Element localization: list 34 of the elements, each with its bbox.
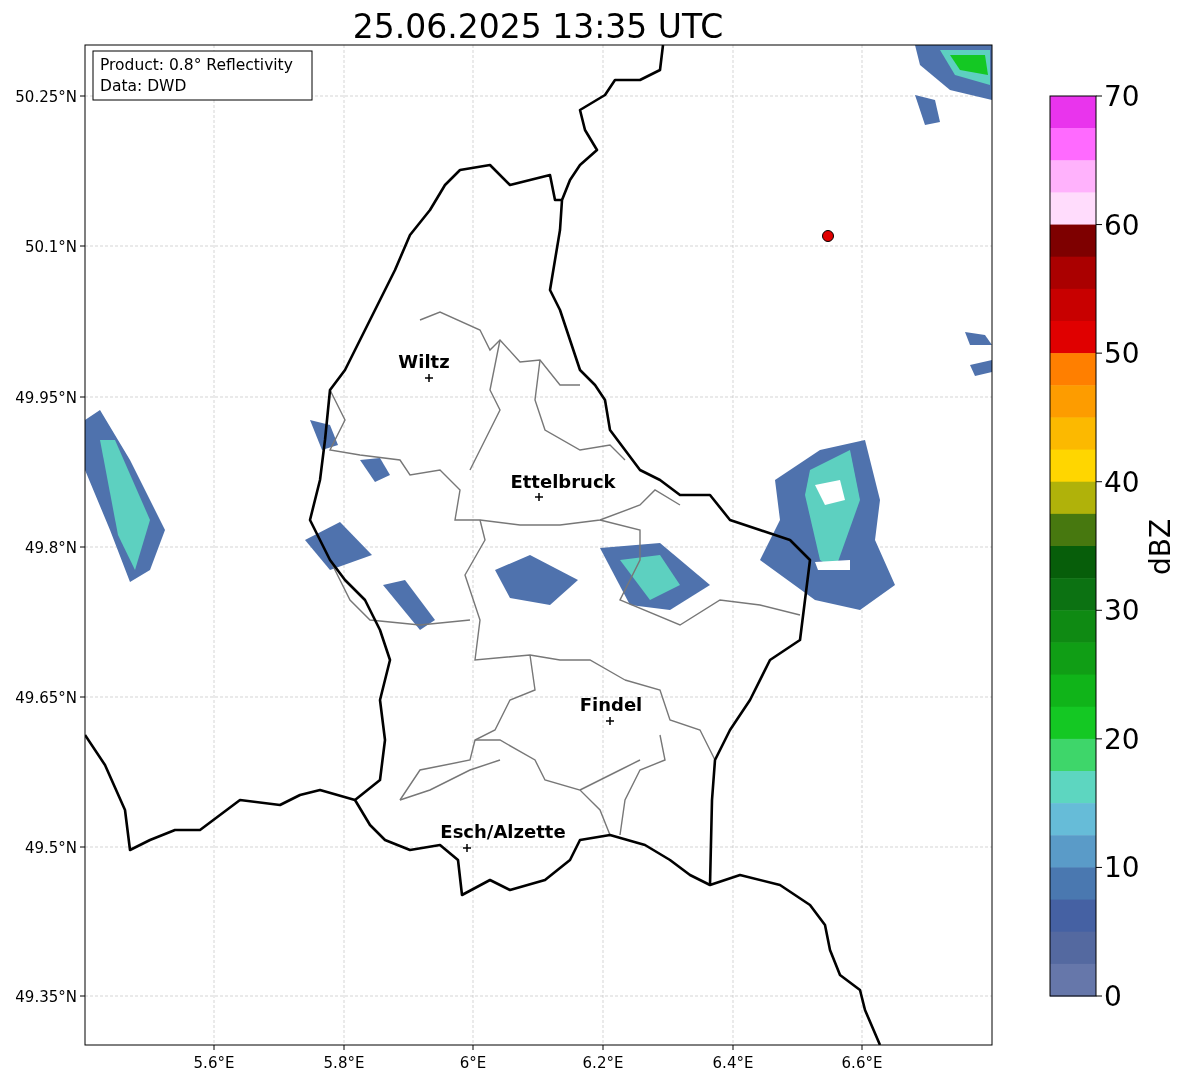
city-label: Wiltz [398, 351, 450, 372]
axis-tick-label: 50.1°N [24, 238, 77, 256]
city-label: Esch/Alzette [440, 821, 566, 842]
chart-title: 25.06.2025 13:35 UTC [352, 7, 724, 46]
axis-tick-label: 6°E [459, 1054, 487, 1072]
colorbar-tick-label: 50 [1104, 337, 1140, 371]
colorbar-tick-label: 70 [1104, 80, 1140, 113]
axis-tick-label: 49.95°N [15, 389, 77, 407]
city-marker-icon [534, 492, 544, 502]
axis-tick-label: 49.5°N [24, 839, 77, 857]
axis-tick-label: 49.35°N [15, 988, 77, 1006]
axis-tick-label: 6.2°E [582, 1054, 624, 1072]
city-marker-icon [605, 716, 615, 726]
colorbar-label: dBZ [1144, 518, 1177, 576]
info-text: Product: 0.8° Reflectivity [100, 56, 293, 74]
axis-tick-label: 50.25°N [15, 88, 77, 106]
info-text: Data: DWD [100, 77, 187, 95]
axis-tick-label: 6.4°E [712, 1054, 754, 1072]
city-label: Findel [579, 694, 643, 715]
colorbar-tick-label: 30 [1104, 594, 1140, 628]
axis-tick-label: 49.65°N [15, 689, 77, 707]
city-marker-icon [424, 373, 434, 383]
axis-tick-label: 6.6°E [841, 1054, 883, 1072]
axis-tick-label: 49.8°N [24, 539, 77, 557]
location-marker [822, 230, 834, 242]
colorbar-tick-label: 10 [1104, 851, 1140, 885]
city-label: Ettelbruck [510, 471, 616, 492]
axis-tick-label: 5.6°E [193, 1054, 235, 1072]
colorbar-tick-label: 0 [1104, 980, 1122, 1013]
colorbar-tick-label: 20 [1104, 722, 1140, 756]
city-marker-icon [462, 843, 472, 853]
axis-tick-label: 5.8°E [323, 1054, 365, 1072]
colorbar-tick-label: 60 [1104, 208, 1140, 242]
colorbar-tick-label: 40 [1104, 465, 1140, 499]
